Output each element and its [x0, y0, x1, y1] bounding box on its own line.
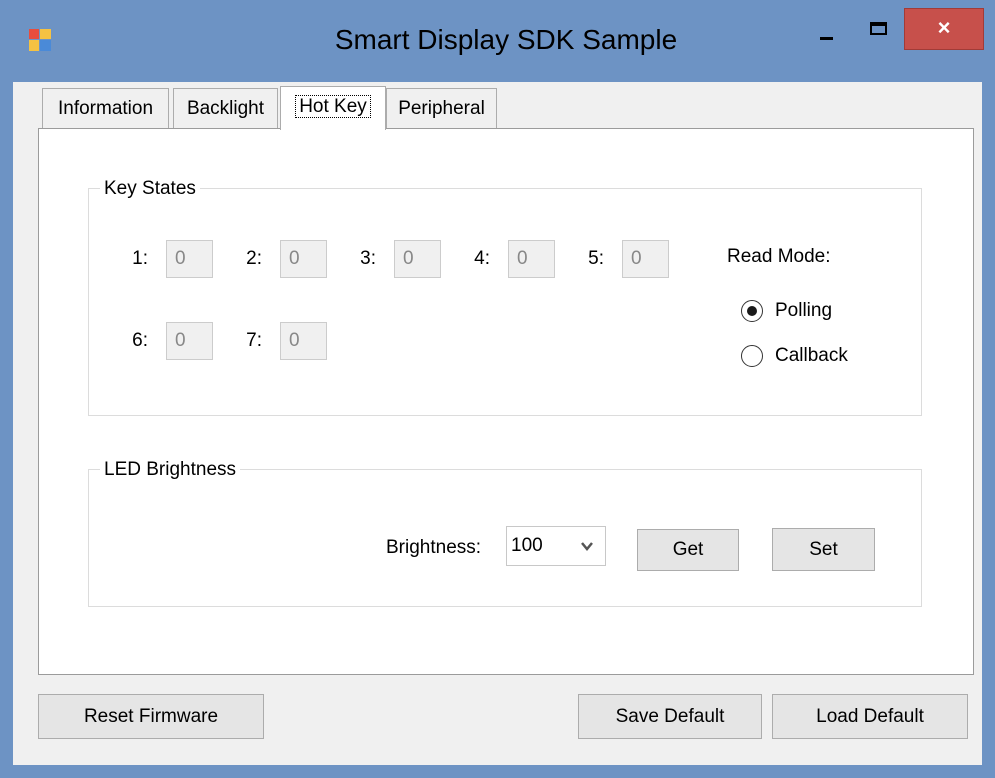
- tab-hot-key[interactable]: Hot Key: [280, 86, 386, 130]
- minimize-icon[interactable]: [796, 8, 856, 58]
- key-4-field: 0: [508, 240, 555, 278]
- maximize-icon[interactable]: [850, 8, 906, 58]
- key-7-label: 7:: [246, 330, 262, 351]
- tab-information[interactable]: Information: [42, 88, 169, 128]
- set-button[interactable]: Set: [772, 528, 875, 571]
- led-brightness-title: LED Brightness: [100, 459, 241, 481]
- brightness-select-value: 100: [511, 535, 543, 556]
- key-1-field: 0: [166, 240, 213, 278]
- key-2-field: 0: [280, 240, 327, 278]
- brightness-label: Brightness:: [386, 537, 482, 558]
- polling-radio-label[interactable]: Polling: [775, 300, 832, 322]
- tab-label: Hot Key: [295, 95, 371, 118]
- tab-label: Information: [57, 98, 154, 119]
- get-button[interactable]: Get: [637, 529, 739, 571]
- polling-radio[interactable]: [741, 300, 763, 322]
- app-window: Smart Display SDK Sample × Information B…: [0, 0, 995, 778]
- key-6-field: 0: [166, 322, 213, 360]
- key-states-title: Key States: [100, 178, 200, 200]
- chevron-down-icon[interactable]: [580, 539, 594, 553]
- read-mode-label: Read Mode:: [727, 246, 831, 267]
- reset-firmware-button[interactable]: Reset Firmware: [38, 694, 264, 739]
- close-icon[interactable]: ×: [904, 8, 984, 50]
- title-bar[interactable]: Smart Display SDK Sample ×: [0, 0, 995, 82]
- callback-radio[interactable]: [741, 345, 763, 367]
- key-3-label: 3:: [360, 248, 376, 269]
- key-1-label: 1:: [132, 248, 148, 269]
- key-6-label: 6:: [132, 330, 148, 351]
- load-default-button[interactable]: Load Default: [772, 694, 968, 739]
- tab-label: Backlight: [186, 98, 265, 119]
- key-4-label: 4:: [474, 248, 490, 269]
- tab-label: Peripheral: [398, 98, 485, 119]
- save-default-button[interactable]: Save Default: [578, 694, 762, 739]
- callback-radio-label[interactable]: Callback: [775, 345, 848, 367]
- key-2-label: 2:: [246, 248, 262, 269]
- key-5-label: 5:: [588, 248, 604, 269]
- key-7-field: 0: [280, 322, 327, 360]
- key-3-field: 0: [394, 240, 441, 278]
- tab-backlight[interactable]: Backlight: [173, 88, 278, 128]
- tab-peripheral[interactable]: Peripheral: [386, 88, 497, 128]
- key-5-field: 0: [622, 240, 669, 278]
